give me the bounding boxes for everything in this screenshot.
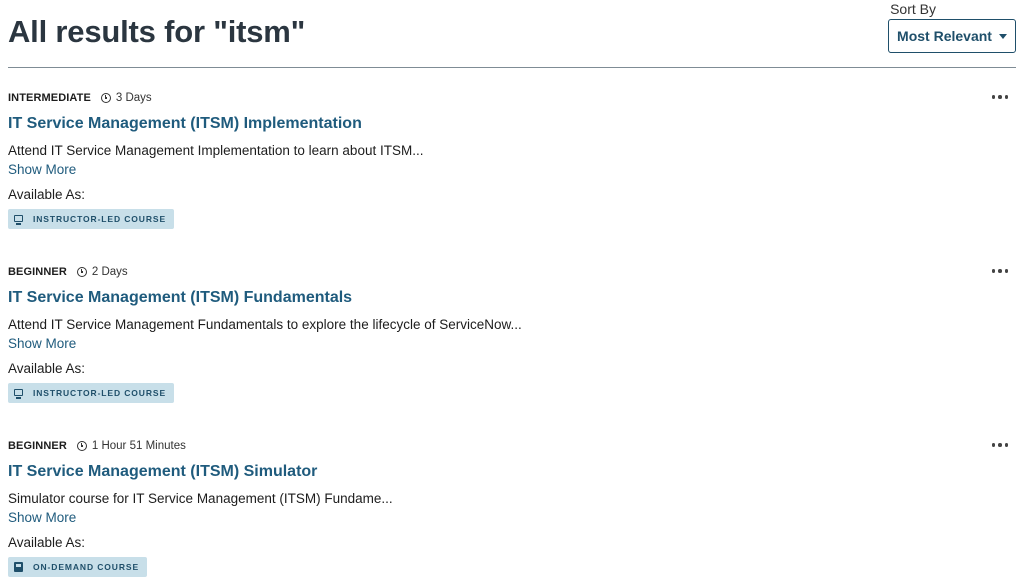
course-type-badge[interactable]: INSTRUCTOR-LED COURSE	[8, 383, 175, 403]
more-dots-icon-part	[1004, 95, 1008, 99]
book-icon	[14, 562, 23, 572]
result-item: BEGINNER 2 Days IT Service Management (I…	[8, 242, 1016, 416]
more-dots-icon-part	[1004, 443, 1008, 447]
level-label: BEGINNER	[8, 266, 67, 278]
results-header: All results for "itsm" Sort By Most Rele…	[8, 0, 1016, 68]
available-as-label: Available As:	[8, 187, 86, 202]
course-type-label: INSTRUCTOR-LED COURSE	[33, 388, 167, 398]
more-dots-icon-part	[998, 269, 1002, 273]
search-results-page: All results for "itsm" Sort By Most Rele…	[0, 0, 1024, 584]
result-meta: INTERMEDIATE 3 Days	[8, 91, 1016, 105]
sort-dropdown[interactable]: Most Relevant	[888, 19, 1016, 53]
monitor-icon	[14, 214, 23, 225]
result-meta: BEGINNER 1 Hour 51 Minutes	[8, 439, 1016, 453]
more-options-button[interactable]	[991, 269, 1008, 273]
more-options-button[interactable]	[991, 443, 1008, 447]
more-dots-icon-part	[1004, 269, 1008, 273]
course-type-label: INSTRUCTOR-LED COURSE	[33, 214, 167, 224]
clock-icon	[76, 441, 87, 451]
more-options-button[interactable]	[991, 95, 1008, 99]
more-dots-icon-part	[998, 443, 1002, 447]
more-dots-icon-part	[998, 95, 1002, 99]
page-title: All results for "itsm"	[8, 14, 306, 49]
show-more-link[interactable]: Show More	[8, 336, 76, 351]
level-label: BEGINNER	[8, 440, 67, 452]
course-type-label: ON-DEMAND COURSE	[33, 562, 140, 572]
available-as-label: Available As:	[8, 535, 86, 550]
show-more-link[interactable]: Show More	[8, 162, 76, 177]
result-item: INTERMEDIATE 3 Days IT Service Managemen…	[8, 68, 1016, 242]
monitor-icon	[14, 388, 23, 399]
more-dots-icon	[991, 269, 995, 273]
duration-label: 2 Days	[91, 266, 128, 278]
course-title-link[interactable]: IT Service Management (ITSM) Implementat…	[8, 115, 1016, 133]
course-type-badge[interactable]: INSTRUCTOR-LED COURSE	[8, 209, 175, 229]
clock-icon	[76, 267, 87, 277]
duration-label: 1 Hour 51 Minutes	[91, 440, 186, 452]
duration-label: 3 Days	[115, 92, 152, 104]
clock-icon	[100, 93, 111, 103]
sort-by-label: Sort By	[890, 1, 936, 17]
course-type-badge[interactable]: ON-DEMAND COURSE	[8, 557, 148, 577]
available-as-label: Available As:	[8, 361, 86, 376]
more-dots-icon	[991, 443, 995, 447]
result-item: BEGINNER 1 Hour 51 Minutes IT Service Ma…	[8, 416, 1016, 584]
course-description: Attend IT Service Management Implementat…	[8, 143, 424, 158]
results-list: INTERMEDIATE 3 Days IT Service Managemen…	[8, 68, 1016, 584]
course-title-link[interactable]: IT Service Management (ITSM) Fundamental…	[8, 289, 1016, 307]
level-label: INTERMEDIATE	[8, 92, 91, 104]
course-description: Simulator course for IT Service Manageme…	[8, 491, 393, 506]
more-dots-icon	[991, 95, 995, 99]
caret-down-icon	[998, 33, 1007, 39]
show-more-link[interactable]: Show More	[8, 510, 76, 525]
sort-dropdown-value: Most Relevant	[897, 28, 992, 44]
course-title-link[interactable]: IT Service Management (ITSM) Simulator	[8, 463, 1016, 481]
result-meta: BEGINNER 2 Days	[8, 265, 1016, 279]
course-description: Attend IT Service Management Fundamental…	[8, 317, 522, 332]
